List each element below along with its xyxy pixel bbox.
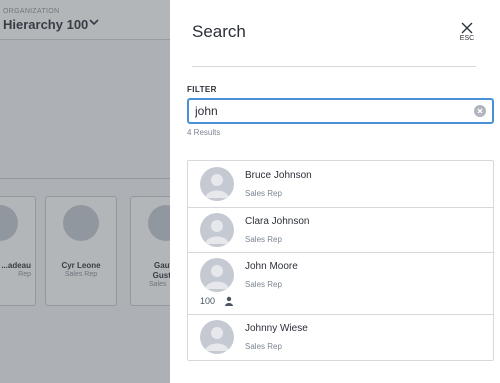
- avatar-icon: [200, 320, 234, 354]
- result-name: Clara Johnson: [245, 216, 310, 227]
- filter-label: FILTER: [187, 85, 217, 94]
- result-item[interactable]: John Moore Sales Rep 100: [188, 253, 493, 315]
- avatar-icon: [200, 258, 234, 292]
- panel-title: Search: [192, 22, 246, 41]
- results-count: 4 Results: [187, 128, 221, 137]
- close-icon[interactable]: [461, 22, 473, 34]
- result-item[interactable]: Johnny Wiese Sales Rep: [188, 315, 493, 360]
- search-panel: Search ESC FILTER 4 Results Bruce Johnso…: [170, 0, 500, 383]
- modal-overlay[interactable]: [0, 0, 170, 383]
- result-item[interactable]: Clara Johnson Sales Rep: [188, 208, 493, 253]
- person-icon: [225, 296, 233, 306]
- results-list: Bruce Johnson Sales Rep Clara Johnson Sa…: [187, 160, 494, 361]
- filter-field[interactable]: [187, 98, 494, 124]
- result-name: Johnny Wiese: [245, 323, 308, 334]
- close-shortcut-label: ESC: [459, 35, 475, 42]
- avatar-icon: [200, 167, 234, 201]
- result-name: Bruce Johnson: [245, 170, 312, 181]
- divider: [192, 66, 476, 67]
- avatar-icon: [200, 213, 234, 247]
- direct-reports-count: 100: [200, 296, 216, 306]
- result-role: Sales Rep: [245, 189, 282, 198]
- result-role: Sales Rep: [245, 280, 282, 289]
- result-item[interactable]: Bruce Johnson Sales Rep: [188, 161, 493, 208]
- result-role: Sales Rep: [245, 342, 282, 351]
- close-button[interactable]: ESC: [456, 20, 478, 46]
- clear-icon[interactable]: [474, 105, 486, 117]
- filter-input[interactable]: [195, 103, 465, 119]
- result-role: Sales Rep: [245, 235, 282, 244]
- result-name: John Moore: [245, 261, 298, 272]
